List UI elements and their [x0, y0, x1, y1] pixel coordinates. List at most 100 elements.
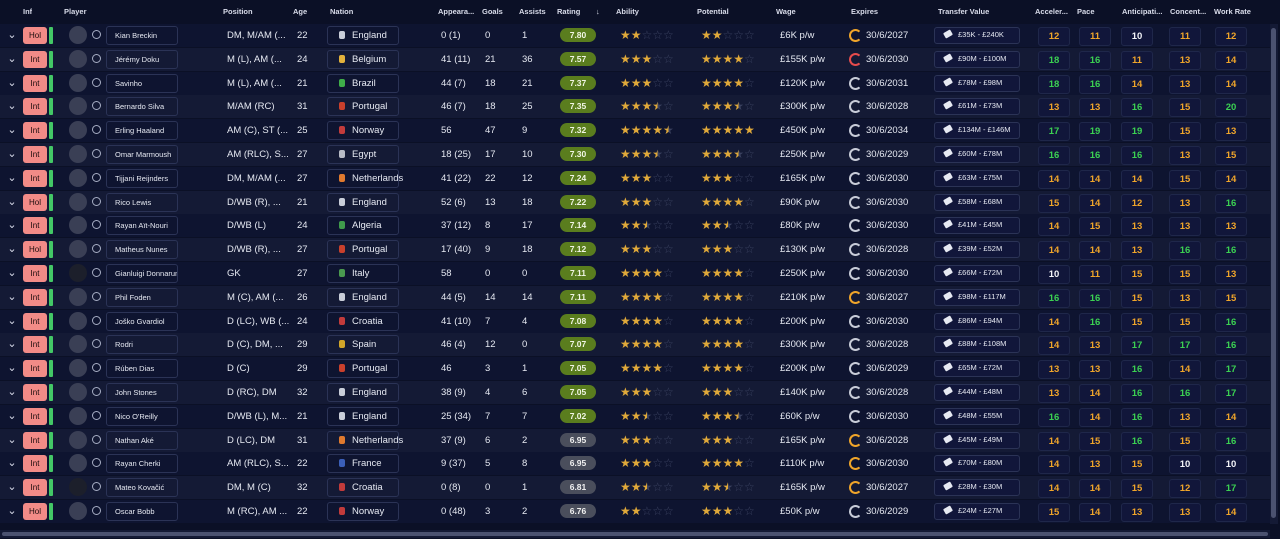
nation-cell[interactable]: Portugal	[352, 101, 387, 112]
nation-cell[interactable]: Croatia	[352, 482, 383, 493]
chevron-down-icon[interactable]: ⌄	[5, 456, 19, 469]
col-concentration[interactable]: Concent...	[1170, 7, 1210, 16]
table-row[interactable]: ⌄ Int Savinho M (L), AM (... 21 Brazil 44 (7) 1…	[0, 71, 1270, 95]
chevron-down-icon[interactable]: ⌄	[5, 99, 19, 112]
transfer-value-cell[interactable]: £78M - £98M	[958, 78, 1002, 87]
transfer-value-cell[interactable]: £70M - £80M	[958, 458, 1002, 467]
transfer-value-cell[interactable]: £88M - £108M	[958, 339, 1006, 348]
transfer-value-cell[interactable]: £61M - £73M	[958, 101, 1002, 110]
table-row[interactable]: ⌄ Int Omar Marmoush AM (RLC), S... 27 Egypt 18…	[0, 143, 1270, 166]
table-row[interactable]: ⌄ Hol Kian Breckin DM, M/AM (... 22 England 0 …	[0, 24, 1270, 47]
chevron-down-icon[interactable]: ⌄	[5, 242, 19, 255]
avatar[interactable]	[69, 121, 87, 140]
table-row[interactable]: ⌄ Hol Matheus Nunes D/WB (R), ... 27 Portugal…	[0, 238, 1270, 262]
inf-badge[interactable]: Int	[23, 98, 47, 116]
inf-badge[interactable]: Int	[23, 217, 47, 235]
player-name[interactable]: Mateo Kovačić	[106, 478, 178, 498]
chevron-down-icon[interactable]: ⌄	[5, 480, 19, 493]
avatar[interactable]	[69, 359, 87, 378]
avatar[interactable]	[69, 383, 87, 401]
chevron-down-icon[interactable]: ⌄	[5, 147, 19, 160]
table-row[interactable]: ⌄ Int Nathan Aké D (LC), DM 31 Netherlands 37 …	[0, 428, 1270, 452]
nation-cell[interactable]: Belgium	[352, 54, 386, 65]
nation-cell[interactable]: Italy	[352, 268, 369, 279]
nation-cell[interactable]: France	[352, 458, 382, 469]
scrollbar-thumb[interactable]	[1271, 28, 1276, 518]
col-pace[interactable]: Pace	[1077, 7, 1095, 16]
col-anticipation[interactable]: Anticipati...	[1122, 7, 1164, 16]
transfer-value-cell[interactable]: £65M - £72M	[958, 363, 1002, 372]
col-player[interactable]: Player	[64, 7, 87, 16]
inf-badge[interactable]: Int	[23, 479, 47, 497]
inf-badge[interactable]: Hol	[23, 193, 47, 211]
player-name[interactable]: Matheus Nunes	[106, 240, 178, 260]
avatar[interactable]	[69, 311, 87, 330]
transfer-value-cell[interactable]: £134M - £146M	[958, 125, 1011, 134]
table-row[interactable]: ⌄ Int John Stones D (RC), DM 32 England 38 (9)…	[0, 381, 1270, 404]
player-name[interactable]: Savinho	[106, 73, 178, 93]
inf-badge[interactable]: Int	[23, 169, 47, 187]
chevron-down-icon[interactable]: ⌄	[5, 218, 19, 231]
table-row[interactable]: ⌄ Int Erling Haaland AM (C), ST (... 25 Norwa…	[0, 119, 1270, 143]
nation-cell[interactable]: Portugal	[352, 363, 387, 374]
transfer-value-cell[interactable]: £66M - £72M	[958, 268, 1002, 277]
player-name[interactable]: Erling Haaland	[106, 121, 178, 141]
transfer-value-cell[interactable]: £39M - £52M	[958, 244, 1002, 253]
col-position[interactable]: Position	[223, 7, 253, 16]
player-name[interactable]: Rico Lewis	[106, 192, 178, 212]
avatar[interactable]	[69, 192, 87, 211]
table-row[interactable]: ⌄ Int Mateo Kovačić DM, M (C) 32 Croatia 0 (8)…	[0, 476, 1270, 500]
col-nation[interactable]: Nation	[330, 7, 353, 16]
player-name[interactable]: Tijjani Reijnders	[106, 168, 178, 188]
avatar[interactable]	[69, 287, 87, 306]
chevron-down-icon[interactable]: ⌄	[5, 52, 19, 65]
nation-cell[interactable]: Norway	[352, 506, 384, 517]
inf-badge[interactable]: Int	[23, 336, 47, 354]
transfer-value-cell[interactable]: £60M - £78M	[958, 149, 1002, 158]
chevron-down-icon[interactable]: ⌄	[5, 361, 19, 374]
chevron-down-icon[interactable]: ⌄	[5, 171, 19, 184]
scrollbar-thumb[interactable]	[2, 532, 1268, 536]
horizontal-scrollbar[interactable]	[0, 530, 1270, 538]
inf-badge[interactable]: Int	[23, 288, 47, 306]
nation-cell[interactable]: Egypt	[352, 149, 376, 160]
nation-cell[interactable]: Brazil	[352, 78, 376, 89]
chevron-down-icon[interactable]: ⌄	[5, 123, 19, 136]
transfer-value-cell[interactable]: £24M - £27M	[958, 506, 1002, 515]
col-acceleration[interactable]: Acceler...	[1035, 7, 1075, 16]
nation-cell[interactable]: Norway	[352, 125, 384, 136]
player-name[interactable]: Gianluigi Donnarumma	[106, 264, 178, 283]
avatar[interactable]	[69, 454, 87, 473]
inf-badge[interactable]: Int	[23, 122, 47, 140]
nation-cell[interactable]: England	[352, 30, 387, 41]
player-name[interactable]: Jérémy Doku	[106, 49, 178, 69]
transfer-value-cell[interactable]: £41M - £45M	[958, 220, 1002, 229]
table-row[interactable]: ⌄ Hol Rico Lewis D/WB (R), ... 21 England 52 (…	[0, 190, 1270, 214]
inf-badge[interactable]: Hol	[23, 241, 47, 259]
table-row[interactable]: ⌄ Int Phil Foden M (C), AM (... 26 England 44 …	[0, 285, 1270, 309]
col-appearances[interactable]: Appeara...	[438, 7, 482, 16]
inf-badge[interactable]: Hol	[23, 27, 47, 44]
col-work-rate[interactable]: Work Rate	[1214, 7, 1251, 16]
avatar[interactable]	[69, 145, 87, 163]
avatar[interactable]	[69, 26, 87, 44]
avatar[interactable]	[69, 478, 87, 497]
chevron-down-icon[interactable]: ⌄	[5, 337, 19, 350]
avatar[interactable]	[69, 406, 87, 425]
chevron-down-icon[interactable]: ⌄	[5, 409, 19, 422]
player-name[interactable]: Oscar Bobb	[106, 502, 178, 521]
col-age[interactable]: Age	[293, 7, 307, 16]
nation-cell[interactable]: England	[352, 197, 387, 208]
inf-badge[interactable]: Int	[23, 146, 47, 163]
inf-badge[interactable]: Int	[23, 312, 47, 330]
chevron-down-icon[interactable]: ⌄	[5, 290, 19, 303]
table-row[interactable]: ⌄ Int Nico O'Reilly D/WB (L), M... 21 England…	[0, 404, 1270, 428]
avatar[interactable]	[69, 73, 87, 92]
player-name[interactable]: Phil Foden	[106, 287, 178, 307]
col-assists[interactable]: Assists	[519, 7, 546, 16]
player-name[interactable]: John Stones	[106, 383, 178, 402]
col-transfer-value[interactable]: Transfer Value	[938, 7, 989, 16]
nation-cell[interactable]: Algeria	[352, 220, 382, 231]
avatar[interactable]	[69, 264, 87, 282]
table-row[interactable]: ⌄ Int Tijjani Reijnders DM, M/AM (... 27 Neth…	[0, 166, 1270, 190]
